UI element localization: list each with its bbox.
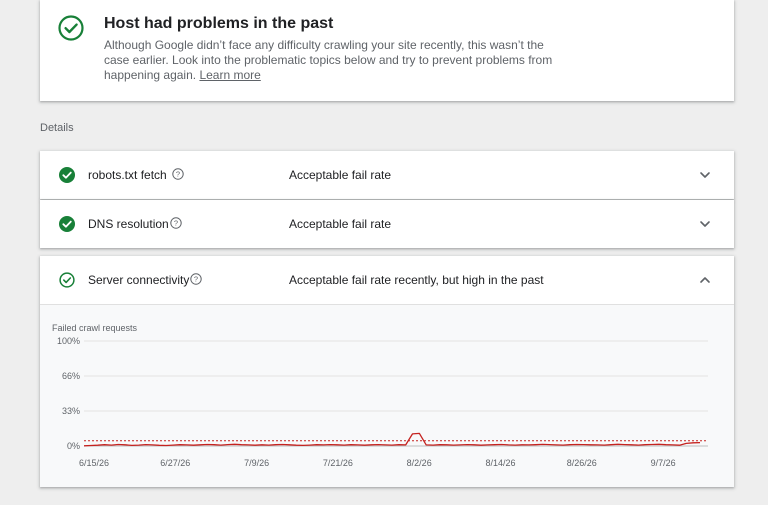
learn-more-link[interactable]: Learn more <box>199 68 260 82</box>
chevron-down-icon[interactable] <box>698 217 712 231</box>
x-tick-label: 6/15/26 <box>79 458 109 468</box>
chevron-down-icon[interactable] <box>698 168 712 182</box>
svg-text:?: ? <box>174 219 178 228</box>
row-status: Acceptable fail rate recently, but high … <box>289 273 544 287</box>
check-circle-filled-icon <box>59 216 75 232</box>
x-tick-label: 8/14/26 <box>485 458 515 468</box>
row-status: Acceptable fail rate <box>289 168 392 182</box>
server-connectivity-row[interactable]: Server connectivity ? Acceptable fail ra… <box>40 256 734 305</box>
chevron-up-icon[interactable] <box>698 273 712 287</box>
summary-description: Although Google didn’t face any difficul… <box>104 38 554 83</box>
failed-crawl-requests-chart: Failed crawl requests 100% 66% 33% 0% 6/15/… <box>52 323 708 468</box>
row-title: robots.txt fetch <box>88 168 167 182</box>
help-icon[interactable]: ? <box>172 168 184 180</box>
check-circle-icon <box>58 15 84 41</box>
summary-card: Host had problems in the past Although G… <box>40 0 734 101</box>
row-status: Acceptable fail rate <box>289 217 392 231</box>
help-icon[interactable]: ? <box>170 217 182 229</box>
dns-resolution-row[interactable]: DNS resolution ? Acceptable fail rate <box>40 200 734 248</box>
server-connectivity-card: Server connectivity ? Acceptable fail ra… <box>40 256 734 487</box>
y-tick-label: 0% <box>67 441 80 451</box>
svg-text:?: ? <box>194 275 198 284</box>
x-tick-label: 8/26/26 <box>567 458 597 468</box>
series-line <box>83 432 701 447</box>
details-section-label: Details <box>40 122 74 134</box>
x-tick-label: 9/7/26 <box>651 458 676 468</box>
robots-txt-fetch-row[interactable]: robots.txt fetch ? Acceptable fail rate <box>40 151 734 199</box>
server-connectivity-panel: Failed crawl requests 100% 66% 33% 0% 6/15/… <box>40 305 734 487</box>
y-tick-label: 100% <box>57 336 80 346</box>
row-title: DNS resolution <box>88 217 169 231</box>
x-tick-label: 8/2/26 <box>407 458 432 468</box>
row-title: Server connectivity <box>88 273 190 287</box>
y-tick-label: 33% <box>62 406 80 416</box>
svg-text:?: ? <box>176 170 180 179</box>
y-tick-label: 66% <box>62 371 80 381</box>
help-icon[interactable]: ? <box>190 273 202 285</box>
summary-title: Host had problems in the past <box>104 15 334 32</box>
check-circle-outline-icon <box>59 272 75 288</box>
check-circle-filled-icon <box>59 167 75 183</box>
x-tick-label: 6/27/26 <box>160 458 190 468</box>
x-tick-label: 7/21/26 <box>323 458 353 468</box>
summary-description-text: Although Google didn’t face any difficul… <box>104 38 553 82</box>
chart-title: Failed crawl requests <box>52 323 138 333</box>
x-tick-label: 7/9/26 <box>244 458 269 468</box>
